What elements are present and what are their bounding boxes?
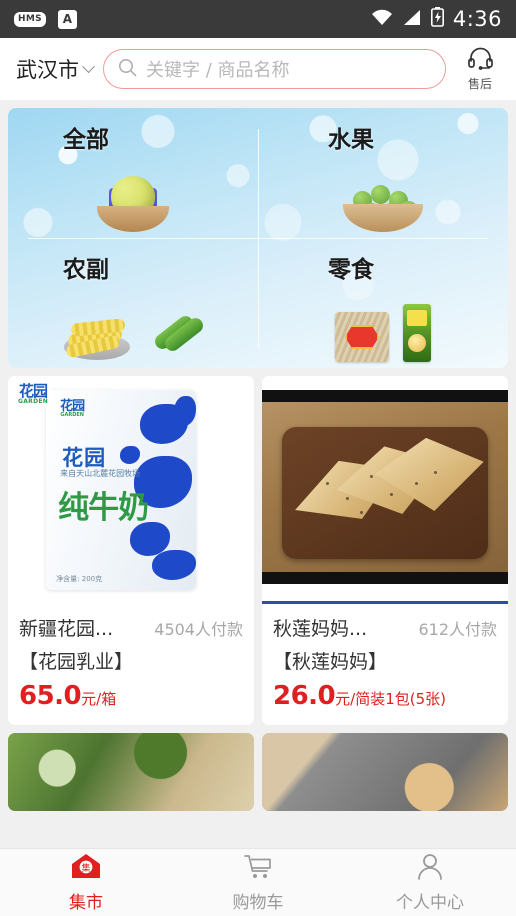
status-bar: HMS A 4:36 <box>0 0 516 38</box>
search-icon <box>118 58 137 81</box>
product-card[interactable] <box>8 733 254 811</box>
milk-pack-illustration: 花园 GARDEN 花园 来自天山北麓花园牧场 纯牛奶 净含量: 200克 <box>46 390 197 590</box>
category-label: 零食 <box>328 257 374 283</box>
product-info: 秋莲妈妈... 612人付款 【秋莲妈妈】 26.0 元/简装1包(5张) <box>262 604 508 725</box>
bottom-tab-bar: 集 集市 购物车 个人中心 <box>0 848 516 916</box>
product-title-row: 新疆花园... 4504人付款 <box>19 614 243 641</box>
person-icon <box>415 853 445 884</box>
product-grid: 花园 GARDEN 花园 GARDEN 花园 来自天山北麓花园牧场 纯牛奶 净含… <box>0 368 516 725</box>
clock: 4:36 <box>452 7 502 31</box>
app-header: 武汉市 关键字 / 商品名称 售后 <box>0 38 516 100</box>
category-label: 农副 <box>63 257 109 283</box>
grapes-in-basket-icon <box>8 160 258 232</box>
category-item-agricultural[interactable]: 农副 <box>8 238 258 368</box>
corn-and-cucumber-icon <box>8 290 258 362</box>
product-grid-next-row <box>0 733 516 811</box>
after-sales-button[interactable]: 售后 <box>456 46 504 92</box>
pack-logo-en: GARDEN <box>60 412 84 418</box>
pack-tagline: 来自天山北麓花园牧场 <box>60 469 141 478</box>
price-unit: 元/简装1包(5张) <box>335 690 447 708</box>
category-item-snacks[interactable]: 零食 <box>258 238 508 368</box>
chevron-down-icon <box>82 59 95 73</box>
search-placeholder: 关键字 / 商品名称 <box>146 60 290 81</box>
tab-profile[interactable]: 个人中心 <box>344 849 516 916</box>
status-bar-left: HMS A <box>14 9 77 29</box>
product-paid-count: 4504人付款 <box>154 620 243 639</box>
svg-text:集: 集 <box>81 862 90 874</box>
shopping-cart-icon <box>243 853 273 884</box>
snack-bags-icon <box>258 290 508 362</box>
category-item-fruit[interactable]: 水果 <box>258 108 508 238</box>
product-image: 花园 GARDEN 花园 GARDEN 花园 来自天山北麓花园牧场 纯牛奶 净含… <box>8 376 254 604</box>
product-image <box>262 733 508 811</box>
signal-icon <box>402 9 422 30</box>
battery-charging-icon <box>430 7 444 31</box>
price-amount: 65.0 <box>19 681 82 711</box>
pack-logo: 花园 GARDEN <box>60 400 85 418</box>
tab-market[interactable]: 集 集市 <box>0 849 172 916</box>
category-item-all[interactable]: 全部 <box>8 108 258 238</box>
search-input[interactable]: 关键字 / 商品名称 <box>103 49 446 89</box>
category-label: 水果 <box>328 127 374 153</box>
market-house-icon: 集 <box>71 853 101 884</box>
category-banner-wrap: 全部 水果 农副 零食 <box>0 100 516 368</box>
product-subtitle: 【花园乳业】 <box>19 651 134 673</box>
price-amount: 26.0 <box>273 681 336 711</box>
product-price: 65.0 元/箱 <box>19 681 243 711</box>
product-name: 新疆花园... <box>19 618 114 640</box>
pack-net-weight: 净含量: 200克 <box>56 575 103 583</box>
category-grid: 全部 水果 农副 零食 <box>8 108 508 368</box>
product-info: 新疆花园... 4504人付款 【花园乳业】 65.0 元/箱 <box>8 604 254 725</box>
pack-product-name: 纯牛奶 <box>58 490 149 526</box>
product-name: 秋莲妈妈... <box>273 618 368 640</box>
headset-icon <box>467 46 494 74</box>
product-image <box>8 733 254 811</box>
brand-badge-en: GARDEN <box>18 398 49 405</box>
hms-icon: HMS <box>14 11 46 27</box>
input-method-icon: A <box>57 9 77 29</box>
price-unit: 元/箱 <box>81 690 117 708</box>
city-selector[interactable]: 武汉市 <box>16 54 95 84</box>
product-price: 26.0 元/简装1包(5张) <box>273 681 497 711</box>
product-subtitle: 【秋莲妈妈】 <box>273 651 388 673</box>
app-screen: HMS A 4:36 武汉市 关键字 / 商品名称 售后 全部 水果 农副 零食… <box>0 0 516 916</box>
tab-label: 购物车 <box>232 892 284 913</box>
tab-label: 个人中心 <box>396 892 464 913</box>
product-card[interactable] <box>262 733 508 811</box>
green-apples-in-basket-icon <box>258 160 508 232</box>
wifi-icon <box>371 9 393 30</box>
category-banner: 全部 水果 农副 零食 <box>8 108 508 368</box>
status-bar-right: 4:36 <box>371 7 502 31</box>
product-paid-count: 612人付款 <box>418 620 497 639</box>
tab-label: 集市 <box>69 892 103 913</box>
category-label: 全部 <box>63 127 109 153</box>
flatbread-illustration <box>262 376 508 604</box>
city-name: 武汉市 <box>16 58 79 82</box>
product-image <box>262 376 508 604</box>
tab-cart[interactable]: 购物车 <box>172 849 344 916</box>
product-card[interactable]: 秋莲妈妈... 612人付款 【秋莲妈妈】 26.0 元/简装1包(5张) <box>262 376 508 725</box>
brand-badge: 花园 GARDEN <box>14 382 53 407</box>
after-sales-label: 售后 <box>467 77 492 91</box>
product-card[interactable]: 花园 GARDEN 花园 GARDEN 花园 来自天山北麓花园牧场 纯牛奶 净含… <box>8 376 254 725</box>
product-title-row: 秋莲妈妈... 612人付款 <box>273 614 497 641</box>
brand-badge-cn: 花园 <box>19 382 48 400</box>
